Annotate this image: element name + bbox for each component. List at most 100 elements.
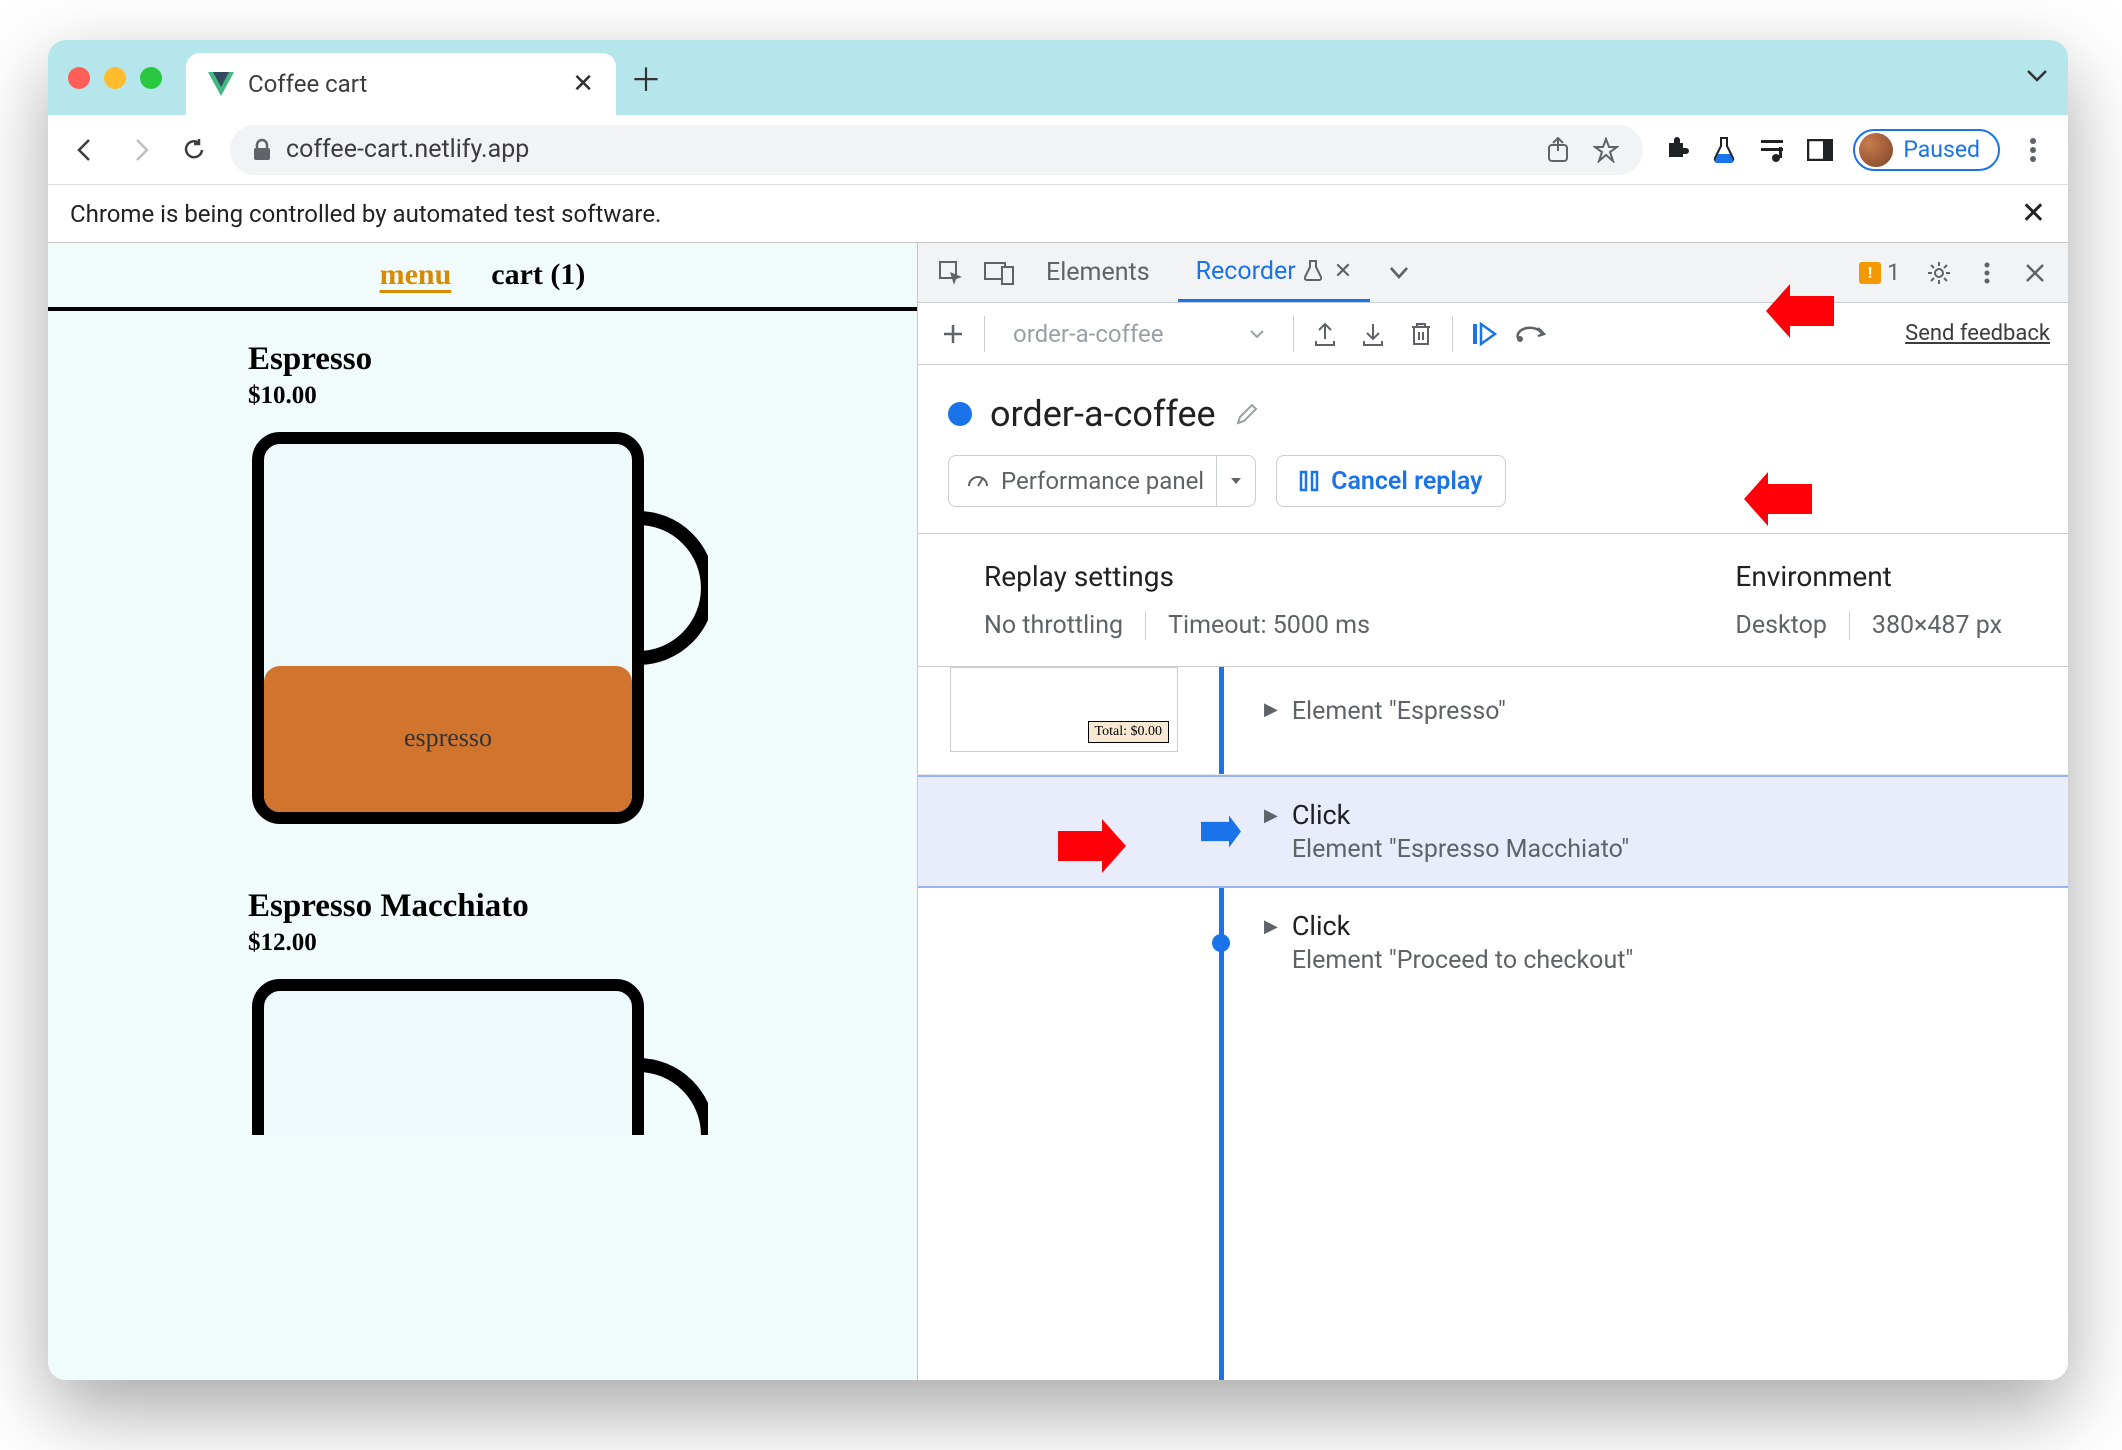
- steps-list: Total: $0.00 ▶ Click Element "Espresso": [918, 667, 2068, 1380]
- settings-bar: Replay settings No throttling Timeout: 5…: [918, 533, 2068, 667]
- step-element: Element "Espresso": [1292, 697, 1506, 726]
- paused-label: Paused: [1903, 136, 1980, 163]
- step-thumbnail: Total: $0.00: [950, 667, 1178, 752]
- replay-settings: Replay settings No throttling Timeout: 5…: [984, 560, 1370, 640]
- gauge-icon: [967, 470, 989, 492]
- step-action: Click: [1292, 910, 1634, 942]
- step-element: Element "Proceed to checkout": [1292, 946, 1634, 975]
- expand-icon[interactable]: ▶: [1264, 805, 1278, 826]
- step-action: Click: [1292, 799, 1629, 831]
- send-feedback-link[interactable]: Send feedback: [1905, 321, 2050, 346]
- tab-title: Coffee cart: [248, 70, 367, 98]
- chevron-down-icon: [1249, 329, 1265, 339]
- pause-icon: [1299, 470, 1319, 492]
- recording-name: order-a-coffee: [990, 393, 1216, 435]
- recording-status-dot: [948, 402, 972, 426]
- url-bar: coffee-cart.netlify.app Paused: [48, 115, 2068, 185]
- recording-controls: Performance panel Cancel replay: [918, 455, 2068, 533]
- reload-button[interactable]: [176, 132, 212, 168]
- devtools-tabbar: Elements Recorder ✕ ! 1: [918, 243, 2068, 303]
- tab-elements[interactable]: Elements: [1028, 243, 1168, 302]
- page-content: menu cart (1) Espresso $10.00 espresso E…: [48, 243, 918, 1380]
- product-name: Espresso Macchiato: [248, 888, 917, 925]
- browser-tab[interactable]: Coffee cart ✕: [186, 53, 616, 115]
- content-area: menu cart (1) Espresso $10.00 espresso E…: [48, 243, 2068, 1380]
- performance-panel-button[interactable]: Performance panel: [948, 455, 1256, 507]
- cart-link[interactable]: cart (1): [491, 258, 585, 292]
- step-row[interactable]: ▶ Click Element "Proceed to checkout": [918, 888, 2068, 997]
- cup-fill-label: espresso: [404, 723, 492, 752]
- menu-icon[interactable]: [2018, 135, 2048, 165]
- back-button[interactable]: [68, 132, 104, 168]
- issues-badge[interactable]: ! 1: [1849, 255, 1910, 290]
- annotation-arrow-icon: [1048, 817, 1128, 875]
- annotation-arrow-icon: [1742, 470, 1822, 528]
- window-menu[interactable]: [2026, 68, 2048, 87]
- lock-icon: [252, 138, 272, 162]
- viewport-value[interactable]: 380×487 px: [1872, 611, 2002, 640]
- expand-icon[interactable]: ▶: [1264, 699, 1278, 720]
- annotation-arrow-icon: [1764, 282, 1844, 340]
- close-tab-icon[interactable]: ✕: [1334, 259, 1352, 284]
- import-icon[interactable]: [1356, 317, 1390, 351]
- cancel-replay-label: Cancel replay: [1331, 467, 1482, 496]
- add-recording-button[interactable]: [936, 317, 970, 351]
- labs-icon[interactable]: [1709, 135, 1739, 165]
- close-window-button[interactable]: [68, 67, 90, 89]
- throttling-value[interactable]: No throttling: [984, 611, 1146, 640]
- extensions-icon[interactable]: [1661, 135, 1691, 165]
- recording-header: order-a-coffee: [918, 365, 2068, 455]
- current-step-marker-icon: [1201, 816, 1241, 848]
- recording-selector[interactable]: order-a-coffee: [999, 313, 1279, 355]
- inspect-icon[interactable]: [932, 254, 970, 292]
- expand-icon[interactable]: ▶: [1264, 916, 1278, 937]
- browser-window: Coffee cart ✕ ＋ coffee-cart.netlify.app …: [48, 40, 2068, 1380]
- step-icon[interactable]: [1515, 317, 1549, 351]
- close-tab-button[interactable]: ✕: [572, 69, 594, 99]
- timeout-value[interactable]: Timeout: 5000 ms: [1168, 611, 1370, 640]
- replay-settings-title: Replay settings: [984, 560, 1370, 593]
- chevron-down-icon: [2026, 69, 2048, 83]
- forward-button[interactable]: [122, 132, 158, 168]
- replay-icon[interactable]: [1467, 317, 1501, 351]
- avatar: [1859, 133, 1893, 167]
- bookmark-icon[interactable]: [1591, 135, 1621, 165]
- url-field[interactable]: coffee-cart.netlify.app: [230, 125, 1643, 175]
- perf-panel-dropdown[interactable]: [1216, 456, 1243, 506]
- close-devtools-icon[interactable]: [2016, 254, 2054, 292]
- device-value[interactable]: Desktop: [1735, 611, 1849, 640]
- info-bar-text: Chrome is being controlled by automated …: [70, 200, 661, 228]
- cup-icon[interactable]: espresso: [248, 428, 708, 848]
- maximize-window-button[interactable]: [140, 67, 162, 89]
- environment-settings: Environment Desktop 380×487 px: [1735, 560, 2002, 640]
- share-icon[interactable]: [1543, 135, 1573, 165]
- thumb-total: Total: $0.00: [1088, 721, 1169, 743]
- new-tab-button[interactable]: ＋: [630, 55, 662, 101]
- cancel-replay-button[interactable]: Cancel replay: [1276, 455, 1505, 507]
- profile-paused-chip[interactable]: Paused: [1853, 129, 2000, 171]
- delete-icon[interactable]: [1404, 317, 1438, 351]
- info-bar-close[interactable]: ✕: [2021, 196, 2046, 231]
- recording-selector-value: order-a-coffee: [1013, 320, 1163, 348]
- devtools-panel: Elements Recorder ✕ ! 1: [918, 243, 2068, 1380]
- kebab-icon[interactable]: [1968, 254, 2006, 292]
- minimize-window-button[interactable]: [104, 67, 126, 89]
- tab-recorder[interactable]: Recorder ✕: [1178, 243, 1371, 302]
- menu-link[interactable]: menu: [380, 258, 452, 292]
- sidepanel-icon[interactable]: [1805, 135, 1835, 165]
- flask-icon: [1304, 260, 1322, 282]
- edit-icon[interactable]: [1234, 401, 1260, 427]
- page-nav: menu cart (1): [48, 243, 917, 311]
- recorder-toolbar: order-a-coffee Send feedback: [918, 303, 2068, 365]
- device-toggle-icon[interactable]: [980, 254, 1018, 292]
- url-text: coffee-cart.netlify.app: [286, 135, 529, 164]
- step-row[interactable]: Total: $0.00 ▶ Click Element "Espresso": [918, 667, 2068, 775]
- title-bar: Coffee cart ✕ ＋: [48, 40, 2068, 115]
- more-tabs-icon[interactable]: [1380, 254, 1418, 292]
- music-icon[interactable]: [1757, 135, 1787, 165]
- cup-icon[interactable]: [248, 975, 708, 1135]
- gear-icon[interactable]: [1920, 254, 1958, 292]
- export-icon[interactable]: [1308, 317, 1342, 351]
- product-espresso: Espresso $10.00 espresso: [48, 311, 917, 858]
- url-actions: [1543, 135, 1621, 165]
